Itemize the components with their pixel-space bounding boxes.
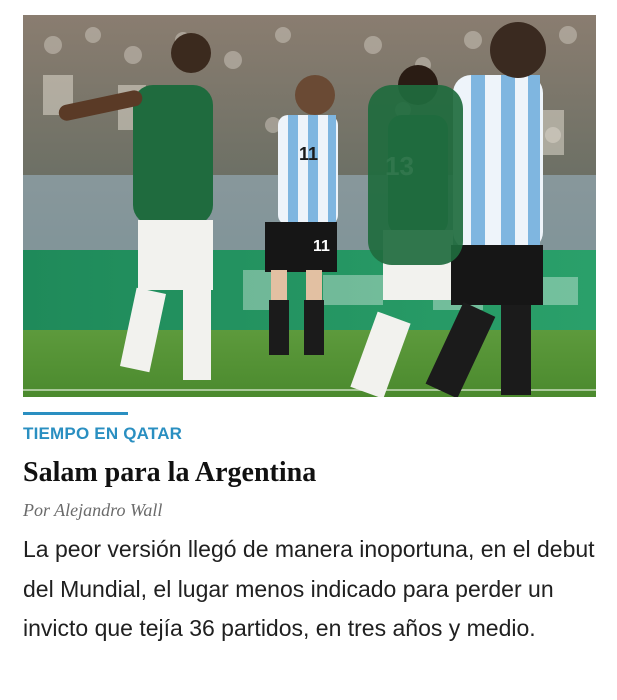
article-photo[interactable]: 11 11 13 bbox=[23, 15, 596, 397]
article-summary: La peor versión llegó de manera inoportu… bbox=[23, 536, 595, 641]
svg-text:11: 11 bbox=[299, 144, 318, 164]
section-label[interactable]: TIEMPO EN QATAR bbox=[23, 424, 182, 444]
article-headline[interactable]: Salam para la Argentina bbox=[23, 457, 316, 489]
article-byline: Por Alejandro Wall bbox=[23, 500, 163, 520]
svg-text:11: 11 bbox=[313, 238, 330, 255]
football-match-image: 11 11 13 bbox=[23, 15, 596, 397]
section-divider bbox=[23, 412, 128, 415]
